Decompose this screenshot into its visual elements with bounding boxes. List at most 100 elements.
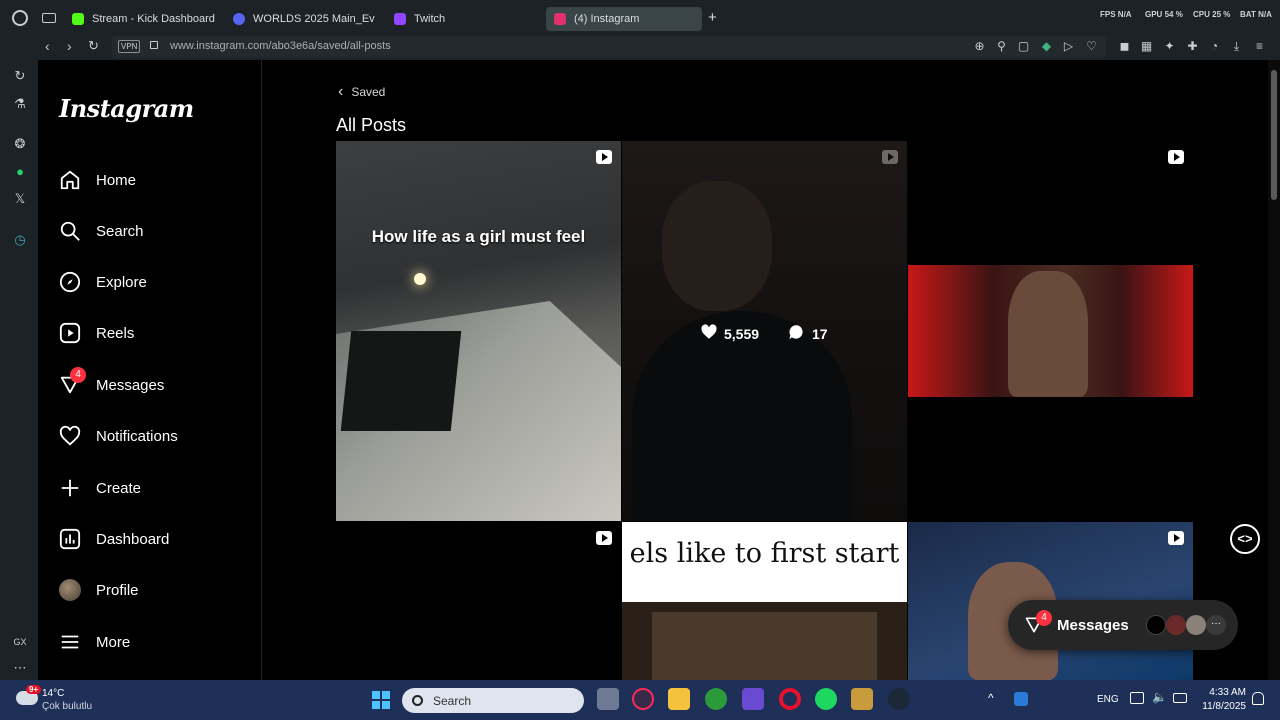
messages-badge: 4 — [70, 367, 86, 383]
home-icon — [58, 168, 82, 192]
extension-1-icon[interactable]: ◼ — [1118, 40, 1131, 53]
heart-outline-icon[interactable]: ♡ — [1085, 40, 1098, 53]
url-text[interactable]: www.instagram.com/abo3e6a/saved/all-post… — [170, 40, 391, 52]
more-icon: ··· — [1206, 615, 1226, 635]
address-bar[interactable]: VPN www.instagram.com/abo3e6a/saved/all-… — [112, 36, 1106, 58]
post-likes: 5,559 — [700, 323, 759, 344]
nav-dashboard[interactable]: Dashboard — [58, 524, 169, 554]
taskbar-search[interactable]: Search — [402, 688, 584, 713]
tab-label: WORLDS 2025 Main_Eve — [253, 13, 375, 25]
scrollbar-thumb[interactable] — [1271, 70, 1277, 200]
post-comments: 17 — [788, 323, 828, 344]
ai-icon[interactable]: ❂ — [12, 136, 28, 152]
tab-twitch[interactable]: Twitch — [394, 7, 534, 31]
battery-icon[interactable] — [1173, 693, 1187, 703]
messages-float-label: Messages — [1057, 617, 1129, 634]
history-icon[interactable]: ◷ — [12, 232, 28, 248]
nav-search[interactable]: Search — [58, 216, 144, 246]
volume-icon[interactable]: 🔈 — [1152, 690, 1167, 704]
more-icon[interactable]: ⋯ — [12, 660, 28, 676]
puzzle-icon[interactable]: ✚ — [1186, 40, 1199, 53]
lock-icon[interactable] — [150, 41, 158, 49]
kick-icon — [72, 13, 84, 25]
gx-label: GX — [13, 637, 27, 647]
nav-explore[interactable]: Explore — [58, 267, 147, 297]
new-tab-button[interactable]: + — [708, 10, 717, 26]
page-scrollbar[interactable] — [1268, 60, 1280, 680]
tray-chevron-icon[interactable]: ^ — [988, 691, 994, 705]
extension-2-icon[interactable]: ✦ — [1163, 40, 1176, 53]
taskbar-search-placeholder: Search — [433, 693, 472, 708]
nav-notifications[interactable]: Notifications — [58, 421, 178, 451]
x-icon[interactable]: 𝕏 — [12, 191, 28, 207]
start-button[interactable] — [372, 691, 390, 709]
tab-overview-icon[interactable] — [42, 13, 56, 23]
nav-reels[interactable]: Reels — [58, 318, 134, 348]
nav-label: Search — [96, 222, 144, 240]
app-icon[interactable] — [742, 688, 764, 710]
vpn-badge[interactable]: VPN — [118, 40, 141, 53]
nav-label: Home — [96, 171, 137, 189]
nav-home[interactable]: Home — [58, 165, 136, 195]
file-explorer-icon[interactable] — [668, 688, 690, 710]
download-icon[interactable]: ⤓ — [1230, 40, 1243, 53]
hud-bat: BAT N/A — [1240, 10, 1272, 19]
language-indicator[interactable]: ENG — [1097, 694, 1119, 705]
post-caption: How life as a girl must feel — [371, 227, 586, 246]
steam-icon[interactable] — [888, 688, 910, 710]
nav-more[interactable]: More — [58, 627, 130, 657]
hud-cpu: CPU 25 % — [1193, 10, 1231, 19]
nav-label: Create — [96, 479, 142, 497]
flask-icon[interactable]: ⚗ — [12, 96, 28, 112]
messages-float-button[interactable]: 4 Messages ··· — [1008, 600, 1238, 650]
back-to-saved[interactable]: ‹ Saved — [338, 84, 385, 100]
opera-icon[interactable] — [779, 688, 801, 710]
nav-profile[interactable]: Profile — [58, 575, 139, 605]
page-title: All Posts — [336, 115, 407, 135]
instagram-logo[interactable]: Instagram — [59, 94, 194, 123]
send-icon[interactable]: ▷ — [1062, 40, 1075, 53]
zoom-icon[interactable]: ⊕ — [973, 40, 986, 53]
clock-time[interactable]: 4:33 AM — [1206, 687, 1246, 698]
forward-icon[interactable]: › — [67, 38, 72, 54]
nav-messages[interactable]: 4 Messages — [58, 367, 165, 400]
network-icon[interactable] — [1130, 692, 1144, 704]
spotify-icon[interactable] — [815, 688, 837, 710]
task-view-icon[interactable] — [597, 688, 619, 710]
tray-app-icon[interactable] — [1014, 692, 1028, 706]
shield-icon[interactable]: ◆ — [1040, 40, 1053, 53]
post-caption: els like to first start — [629, 538, 900, 569]
snapshot-icon[interactable]: ▢ — [1017, 40, 1030, 53]
pin-icon[interactable]: ⚲ — [995, 40, 1008, 53]
menu-icon[interactable]: ≡ — [1253, 40, 1266, 53]
account-icon[interactable]: ◔ — [1208, 40, 1221, 53]
qr-icon[interactable]: ▦ — [1140, 40, 1153, 53]
xbox-icon[interactable] — [705, 688, 727, 710]
post-tile[interactable]: How life as a girl must feel — [336, 141, 621, 521]
reload-icon[interactable]: ↻ — [88, 38, 99, 54]
tab-kick[interactable]: Stream - Kick Dashboard — [72, 7, 222, 31]
refresh-icon[interactable]: ↻ — [12, 68, 28, 84]
back-icon[interactable]: ‹ — [45, 38, 50, 54]
opera-logo-icon[interactable] — [12, 10, 28, 26]
code-inspect-icon[interactable]: <> — [1230, 524, 1260, 554]
tab-worlds[interactable]: WORLDS 2025 Main_Eve — [233, 7, 375, 31]
post-tile[interactable]: 5,559 17 — [622, 141, 907, 521]
notification-icon[interactable] — [1252, 692, 1264, 705]
messages-float-badge: 4 — [1036, 610, 1052, 626]
weather-widget[interactable]: 9+ 14°C Çok bulutlu — [14, 685, 124, 715]
nav-create[interactable]: Create — [58, 473, 141, 503]
whatsapp-icon[interactable]: ● — [12, 164, 28, 180]
post-tile[interactable] — [908, 141, 1193, 521]
weather-desc: Çok bulutlu — [42, 701, 93, 712]
clock-date[interactable]: 11/8/2025 — [1198, 701, 1246, 712]
league-icon[interactable] — [851, 688, 873, 710]
tab-instagram[interactable]: (4) Instagram — [546, 7, 702, 31]
opera-gx-icon[interactable] — [632, 688, 654, 710]
hud-gpu: GPU 54 % — [1145, 10, 1183, 19]
menu-icon — [58, 630, 82, 654]
post-tile[interactable]: els like to first start — [622, 522, 907, 680]
nav-label: Messages — [96, 376, 165, 394]
post-tile[interactable] — [336, 522, 621, 680]
tab-label: Stream - Kick Dashboard — [92, 13, 215, 25]
